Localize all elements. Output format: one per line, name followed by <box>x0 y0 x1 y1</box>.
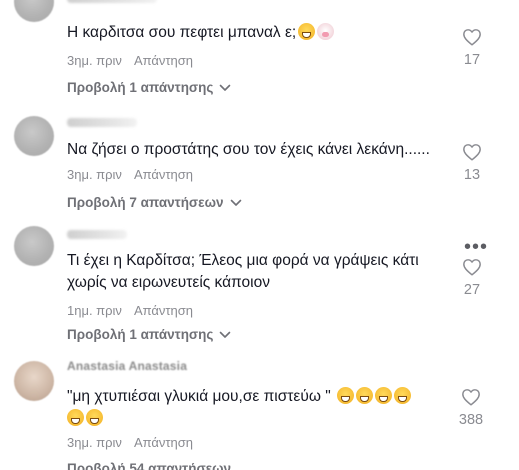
heart-outline-icon <box>463 259 481 276</box>
grinning-squint-emoji-icon <box>298 23 316 40</box>
username[interactable] <box>67 230 127 239</box>
comment-text: "μη χτυπιέσαι γλυκιά μου,σε πιστεύω " <box>67 386 412 407</box>
avatar[interactable] <box>14 116 54 156</box>
avatar[interactable] <box>14 361 54 401</box>
comment-text-content: Η καρδιτσα σου πεφτει μπαναλ ε; <box>67 24 297 41</box>
reply-button[interactable]: Απάντηση <box>134 303 193 318</box>
like-button[interactable]: 27 <box>457 258 487 298</box>
comment-meta: 3ημ. πριν Απάντηση <box>67 53 193 68</box>
reply-button[interactable]: Απάντηση <box>134 435 193 450</box>
timestamp: 3ημ. πριν <box>67 167 122 182</box>
comment-item: Η καρδιτσα σου πεφτει μπαναλ ε; 3ημ. πρι… <box>0 0 519 110</box>
chevron-down-icon <box>230 199 241 206</box>
view-replies-button[interactable]: Προβολή 7 απαντήσεων <box>67 195 242 210</box>
view-replies-label: Προβολή 7 απαντήσεων <box>67 195 224 210</box>
like-count: 13 <box>463 167 481 183</box>
reply-button[interactable]: Απάντηση <box>134 53 193 68</box>
grinning-squint-emoji-icon <box>394 387 412 404</box>
view-replies-label: Προβολή 1 απάντησης <box>67 327 214 342</box>
comment-text: Η καρδιτσα σου πεφτει μπαναλ ε; <box>67 22 335 43</box>
like-button[interactable]: 13 <box>457 143 487 183</box>
comment-text-content: "μη χτυπιέσαι γλυκιά μου,σε πιστεύω " <box>67 388 331 405</box>
heart-outline-icon <box>462 389 480 406</box>
comment-meta: 1ημ. πριν Απάντηση <box>67 303 193 318</box>
comment-item: ••• Τι έχει η Καρδίτσα; Έλεος μια φορά ν… <box>0 226 519 342</box>
like-count: 17 <box>463 52 481 68</box>
comment-text: Να ζήσει ο προστάτης σου τον έχεις κάνει… <box>67 141 430 158</box>
comment-item: Anastasia Anastasia "μη χτυπιέσαι γλυκιά… <box>0 355 519 470</box>
timestamp: 3ημ. πριν <box>67 53 122 68</box>
avatar[interactable] <box>14 0 54 22</box>
comment-meta: 3ημ. πριν Απάντηση <box>67 167 193 182</box>
grinning-squint-emoji-icon <box>67 409 84 426</box>
timestamp: 3ημ. πριν <box>67 435 122 450</box>
chevron-down-icon <box>220 331 231 338</box>
grimacing-emoji-icon <box>356 387 374 404</box>
view-replies-label: Προβολή 1 απάντησης <box>67 80 214 95</box>
like-button[interactable]: 17 <box>457 28 487 68</box>
reply-button[interactable]: Απάντηση <box>134 167 193 182</box>
comment-text-line-2 <box>67 408 103 429</box>
grimacing-emoji-icon <box>337 387 355 404</box>
like-count: 388 <box>458 412 484 428</box>
chevron-down-icon <box>220 84 231 91</box>
view-replies-button[interactable]: Προβολή 54 απαντήσεων <box>67 461 231 470</box>
comment-item: Να ζήσει ο προστάτης σου τον έχεις κάνει… <box>0 116 519 226</box>
view-replies-label: Προβολή 54 απαντήσεων <box>67 461 231 470</box>
username[interactable] <box>67 0 157 3</box>
more-options-icon[interactable]: ••• <box>464 237 488 257</box>
cow-face-emoji-icon <box>317 23 335 40</box>
comment-text-line-1: Τι έχει η Καρδίτσα; Έλεος μια φορά να γρ… <box>67 252 419 269</box>
like-count: 27 <box>463 282 481 298</box>
grimacing-emoji-icon <box>375 387 393 404</box>
timestamp: 1ημ. πριν <box>67 303 122 318</box>
username[interactable] <box>67 118 137 127</box>
heart-outline-icon <box>463 29 481 46</box>
view-replies-button[interactable]: Προβολή 1 απάντησης <box>67 80 231 95</box>
grinning-squint-emoji-icon <box>86 409 103 426</box>
comment-meta: 3ημ. πριν Απάντηση <box>67 435 193 450</box>
like-button[interactable]: 388 <box>451 388 491 428</box>
comment-text-line-2: χωρίς να ειρωνευτείς κάποιον <box>67 274 270 291</box>
heart-outline-icon <box>463 144 481 161</box>
username[interactable]: Anastasia Anastasia <box>67 359 187 373</box>
view-replies-button[interactable]: Προβολή 1 απάντησης <box>67 327 231 342</box>
avatar[interactable] <box>14 226 54 266</box>
